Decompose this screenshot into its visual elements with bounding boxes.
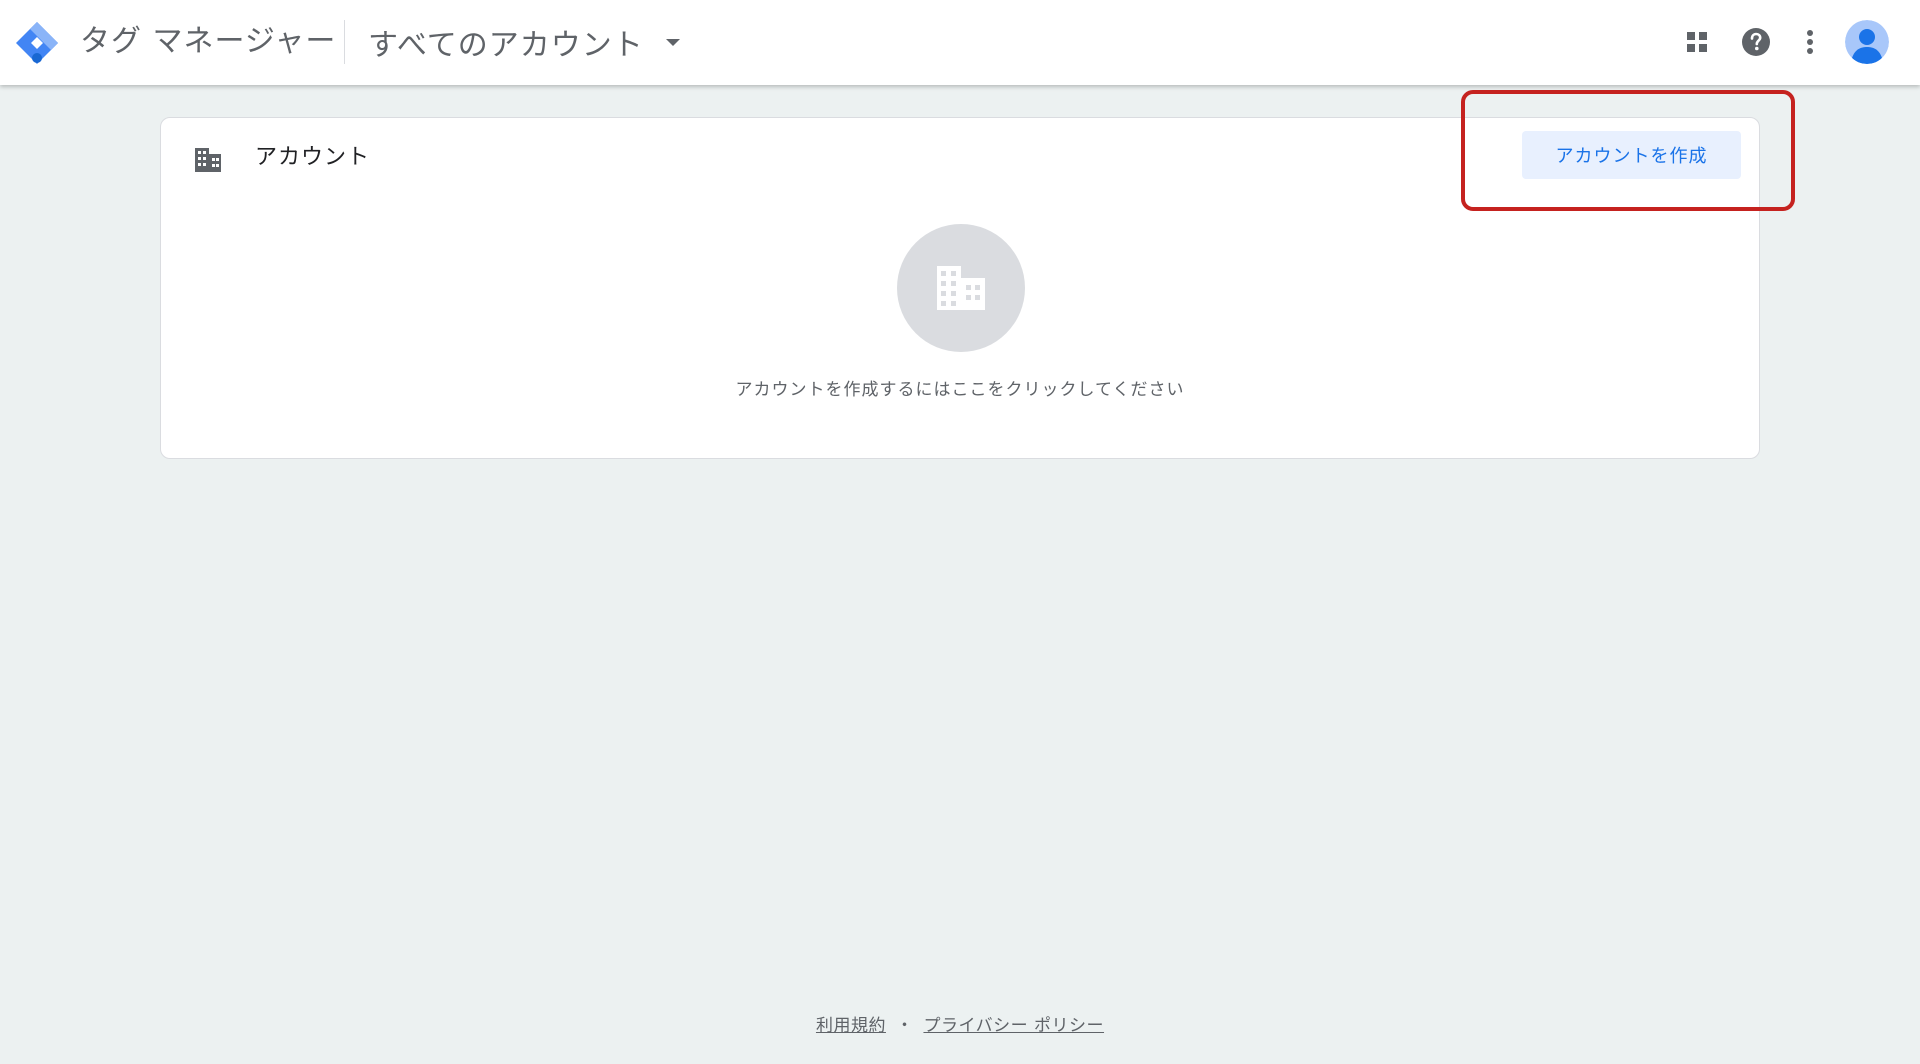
tag-manager-logo-icon[interactable] — [14, 20, 60, 66]
card-title: アカウント — [255, 145, 371, 170]
annotation-highlight-box — [1461, 90, 1795, 211]
help-icon[interactable] — [1736, 22, 1776, 62]
apps-grid-icon[interactable] — [1677, 22, 1717, 62]
app-title: タグ マネージャー — [80, 24, 337, 59]
building-icon — [195, 148, 221, 172]
top-app-bar: タグ マネージャー すべてのアカウント — [0, 0, 1920, 85]
more-vert-icon[interactable] — [1790, 22, 1830, 62]
privacy-policy-link[interactable]: プライバシー ポリシー — [923, 1016, 1104, 1036]
footer: 利用規約・プライバシー ポリシー — [0, 1011, 1920, 1036]
terms-link[interactable]: 利用規約 — [816, 1016, 886, 1036]
empty-state-message[interactable]: アカウントを作成するにはここをクリックしてください — [161, 375, 1759, 400]
empty-state-create-account-icon[interactable] — [897, 224, 1025, 352]
account-selector-label: すべてのアカウント — [368, 28, 644, 63]
dropdown-arrow-icon — [665, 38, 680, 46]
account-selector-dropdown[interactable]: すべてのアカウント — [368, 18, 680, 66]
title-divider — [344, 20, 345, 64]
footer-separator: ・ — [895, 1016, 914, 1036]
account-avatar-icon[interactable] — [1845, 20, 1889, 64]
building-icon — [937, 266, 985, 310]
